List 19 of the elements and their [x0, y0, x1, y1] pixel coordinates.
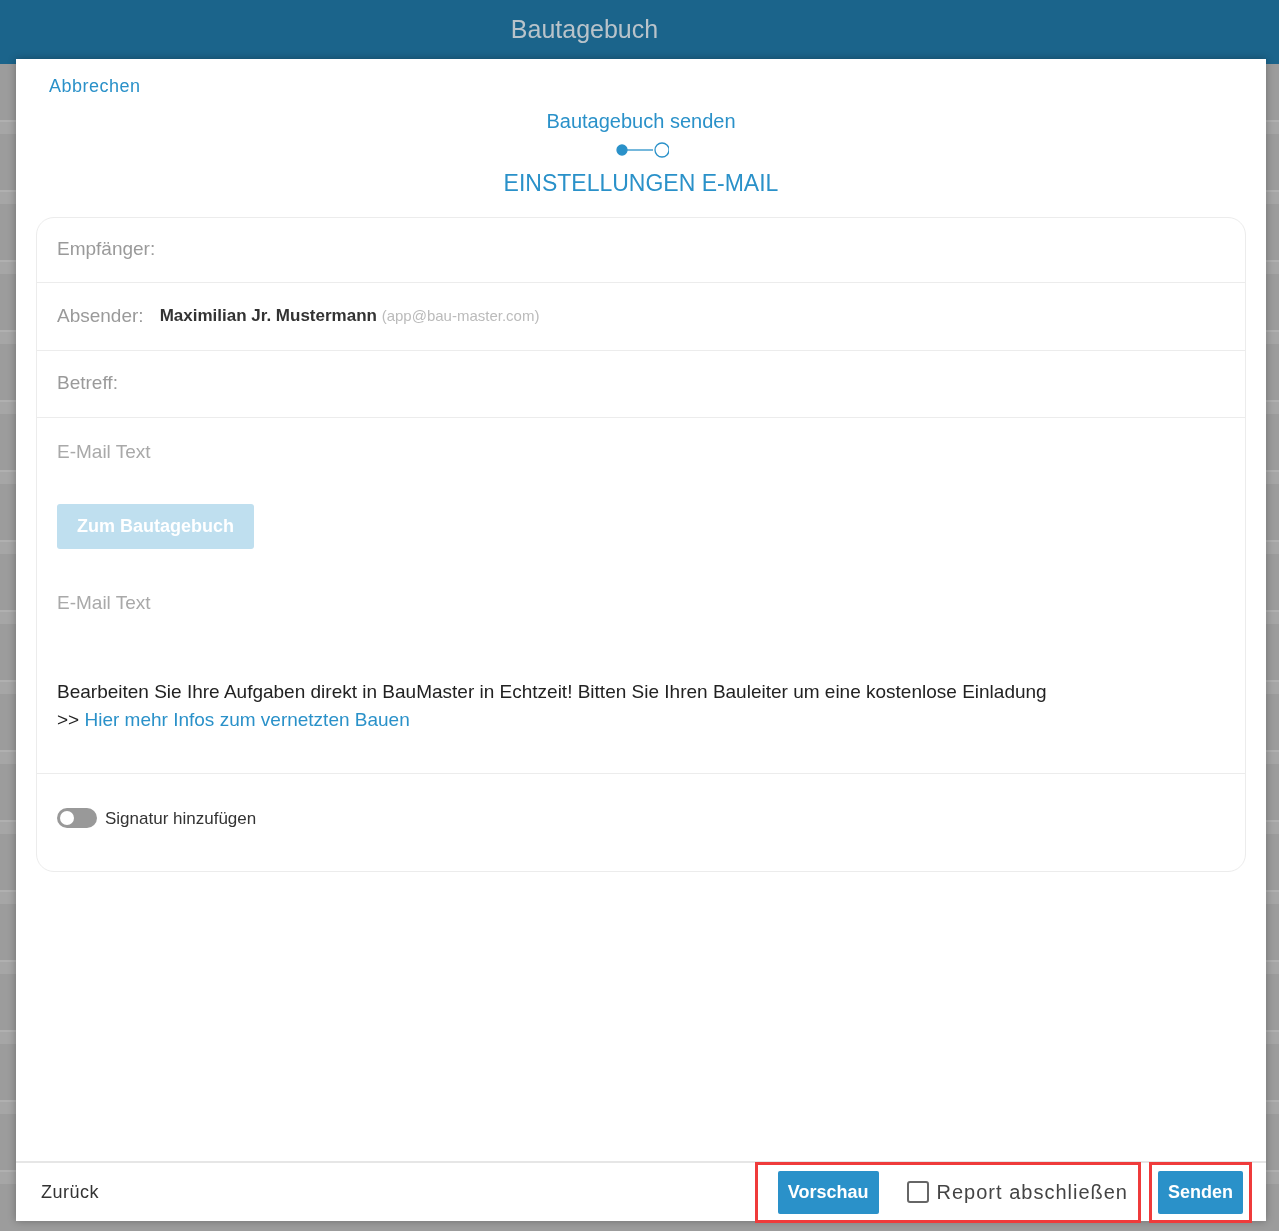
- signature-label: Signatur hinzufügen: [105, 807, 257, 830]
- sender-label: Absender:: [57, 303, 144, 328]
- signature-toggle[interactable]: [57, 808, 97, 829]
- checkbox-label: Report abschließen: [936, 1180, 1128, 1205]
- promo-text: Bearbeiten Sie Ihre Aufgaben direkt in BauMaster in Echtzeit! Bitten Sie Ihren Bauleiter um eine kostenlose Einladung >> Hier mehr Infos zum vernetzten Bauen: [57, 679, 1048, 732]
- subject-label: Betreff:: [57, 371, 118, 396]
- section-title: EINSTELLUNGEN E-MAIL: [503, 170, 779, 196]
- recipient-label: Empfänger:: [57, 237, 156, 262]
- sender-name: Maximilian Jr. Mustermann: [159, 306, 377, 326]
- dialog-heading: Bautagebuch senden: [546, 110, 736, 132]
- checkbox[interactable]: [906, 1181, 929, 1203]
- app-title: Bautagebuch: [510, 15, 659, 43]
- sender-email: (app@bau-master.com): [381, 307, 540, 325]
- cancel-link[interactable]: Abbrechen: [49, 76, 141, 96]
- back-link[interactable]: Zurück: [41, 1178, 99, 1206]
- step-indicator: [613, 140, 669, 160]
- preview-button[interactable]: Vorschau: [777, 1170, 879, 1214]
- send-button[interactable]: Senden: [1158, 1170, 1243, 1214]
- info-link[interactable]: Hier mehr Infos zum vernetzten Bauen: [84, 709, 410, 730]
